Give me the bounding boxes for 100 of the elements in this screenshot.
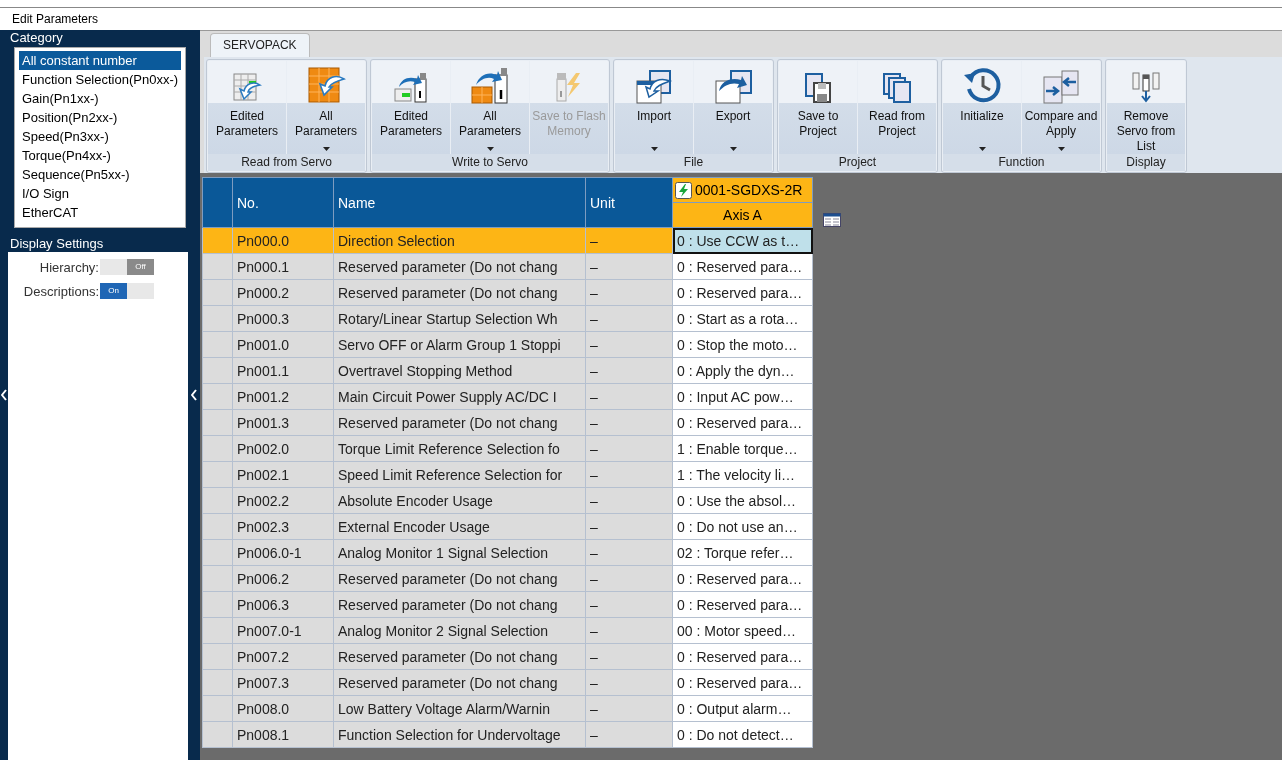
table-cell: – xyxy=(585,305,673,332)
row-selector[interactable] xyxy=(202,435,233,462)
category-item[interactable]: Function Selection(Pn0xx-) xyxy=(19,70,181,89)
category-item[interactable]: Position(Pn2xx-) xyxy=(19,108,181,127)
value-cell[interactable]: 0 : Input AC pow… xyxy=(672,383,813,410)
row-selector[interactable] xyxy=(202,617,233,644)
category-item[interactable]: I/O Sign xyxy=(19,184,181,203)
value-cell[interactable]: 0 : Reserved para… xyxy=(672,409,813,436)
remove-icon xyxy=(1129,71,1163,105)
category-item[interactable]: All constant number xyxy=(19,51,181,70)
value-cell[interactable]: 00 : Motor speed… xyxy=(672,617,813,644)
table-cell: Analog Monitor 1 Signal Selection xyxy=(333,539,586,566)
table-cell: Reserved parameter (Do not chang xyxy=(333,279,586,306)
ribbon-tab[interactable]: SERVOPACK xyxy=(210,33,310,57)
table-cell: Pn002.2 xyxy=(232,487,334,514)
caret-icon xyxy=(1057,147,1065,151)
category-item[interactable]: Speed(Pn3xx-) xyxy=(19,127,181,146)
value-cell[interactable]: 0 : Reserved para… xyxy=(672,669,813,696)
row-selector[interactable] xyxy=(202,357,233,384)
table-cell: Reserved parameter (Do not chang xyxy=(333,643,586,670)
value-cell[interactable]: 0 : Reserved para… xyxy=(672,565,813,592)
row-selector[interactable] xyxy=(202,669,233,696)
ribbon-button[interactable]: All Parameters xyxy=(287,61,365,154)
row-selector[interactable] xyxy=(202,565,233,592)
ribbon-button[interactable]: Edited Parameters xyxy=(372,61,450,154)
value-cell[interactable]: 0 : Do not detect… xyxy=(672,721,813,748)
table-cell: Reserved parameter (Do not chang xyxy=(333,409,586,436)
collapse-icon[interactable] xyxy=(0,389,8,401)
value-cell[interactable]: 1 : The velocity li… xyxy=(672,461,813,488)
category-item[interactable]: EtherCAT xyxy=(19,203,181,222)
ribbon-button[interactable]: Edited Parameters xyxy=(208,61,286,154)
row-selector[interactable] xyxy=(202,591,233,618)
axis-header: Axis A xyxy=(672,202,813,228)
ribbon-button[interactable]: Read from Project xyxy=(858,61,936,154)
category-item[interactable]: Gain(Pn1xx-) xyxy=(19,89,181,108)
row-selector[interactable] xyxy=(202,539,233,566)
row-selector[interactable] xyxy=(202,695,233,722)
history-icon xyxy=(962,65,1002,105)
row-selector[interactable] xyxy=(202,409,233,436)
group-label: Function xyxy=(943,154,1100,171)
panel-header: Display Settings xyxy=(9,236,105,252)
table-cell: Pn000.0 xyxy=(232,227,334,254)
value-cell[interactable]: 0 : Use the absol… xyxy=(672,487,813,514)
table-cell: Pn001.1 xyxy=(232,357,334,384)
value-cell[interactable]: 0 : Start as a rota… xyxy=(672,305,813,332)
ribbon-button[interactable]: Remove Servo from List xyxy=(1107,61,1185,154)
value-cell[interactable]: 0 : Apply the dyn… xyxy=(672,357,813,384)
table-cell: – xyxy=(585,253,673,280)
category-item[interactable]: Sequence(Pn5xx-) xyxy=(19,165,181,184)
row-selector[interactable] xyxy=(202,227,233,254)
ribbon-button[interactable]: Import xyxy=(615,61,693,154)
value-cell[interactable]: 0 : Use CCW as t… xyxy=(672,227,813,254)
row-selector[interactable] xyxy=(202,643,233,670)
ribbon-button[interactable]: Compare and Apply xyxy=(1022,61,1100,154)
row-selector[interactable] xyxy=(202,279,233,306)
table-cell: – xyxy=(585,721,673,748)
value-cell[interactable]: 0 : Reserved para… xyxy=(672,591,813,618)
table-cell: – xyxy=(585,617,673,644)
value-cell[interactable]: 0 : Reserved para… xyxy=(672,253,813,280)
value-cell[interactable]: 0 : Reserved para… xyxy=(672,279,813,306)
table-cell: Pn001.0 xyxy=(232,331,334,358)
table-cell: External Encoder Usage xyxy=(333,513,586,540)
row-selector[interactable] xyxy=(202,253,233,280)
table-cell: Reserved parameter (Do not chang xyxy=(333,253,586,280)
ribbon-button[interactable]: All Parameters xyxy=(451,61,529,154)
table-cell: Low Battery Voltage Alarm/Warnin xyxy=(333,695,586,722)
value-cell[interactable]: 1 : Enable torque… xyxy=(672,435,813,462)
column-header[interactable]: Name xyxy=(333,177,586,228)
category-item[interactable]: Torque(Pn4xx-) xyxy=(19,146,181,165)
table-icon[interactable] xyxy=(823,213,841,227)
table-cell: – xyxy=(585,695,673,722)
row-selector[interactable] xyxy=(202,305,233,332)
ribbon-button[interactable]: Initialize xyxy=(943,61,1021,154)
ribbon-button[interactable]: Save to Project xyxy=(779,61,857,154)
device-name: 0001-SGDXS-2R xyxy=(695,182,803,198)
table-arrow-icon xyxy=(470,65,510,105)
value-cell[interactable]: 02 : Torque refer… xyxy=(672,539,813,566)
table-cell: Rotary/Linear Startup Selection Wh xyxy=(333,305,586,332)
column-header[interactable]: Unit xyxy=(585,177,673,228)
row-selector[interactable] xyxy=(202,331,233,358)
table-cell: – xyxy=(585,591,673,618)
table-cell: Pn007.2 xyxy=(232,643,334,670)
value-cell[interactable]: 0 : Do not use an… xyxy=(672,513,813,540)
value-cell[interactable]: 0 : Reserved para… xyxy=(672,643,813,670)
table-cell: Absolute Encoder Usage xyxy=(333,487,586,514)
row-selector[interactable] xyxy=(202,487,233,514)
row-selector[interactable] xyxy=(202,461,233,488)
ribbon-button[interactable]: Export xyxy=(694,61,772,154)
row-selector[interactable] xyxy=(202,513,233,540)
row-selector[interactable] xyxy=(202,721,233,748)
table-cell: Servo OFF or Alarm Group 1 Stoppi xyxy=(333,331,586,358)
collapse-icon[interactable] xyxy=(190,389,198,401)
value-cell[interactable]: 0 : Stop the moto… xyxy=(672,331,813,358)
table-cell: Pn008.1 xyxy=(232,721,334,748)
table-cell: – xyxy=(585,227,673,254)
column-header[interactable]: No. xyxy=(232,177,334,228)
toggle-switch[interactable]: On xyxy=(100,283,154,299)
value-cell[interactable]: 0 : Output alarm… xyxy=(672,695,813,722)
group-label: Write to Servo xyxy=(372,154,608,171)
table-cell: Analog Monitor 2 Signal Selection xyxy=(333,617,586,644)
